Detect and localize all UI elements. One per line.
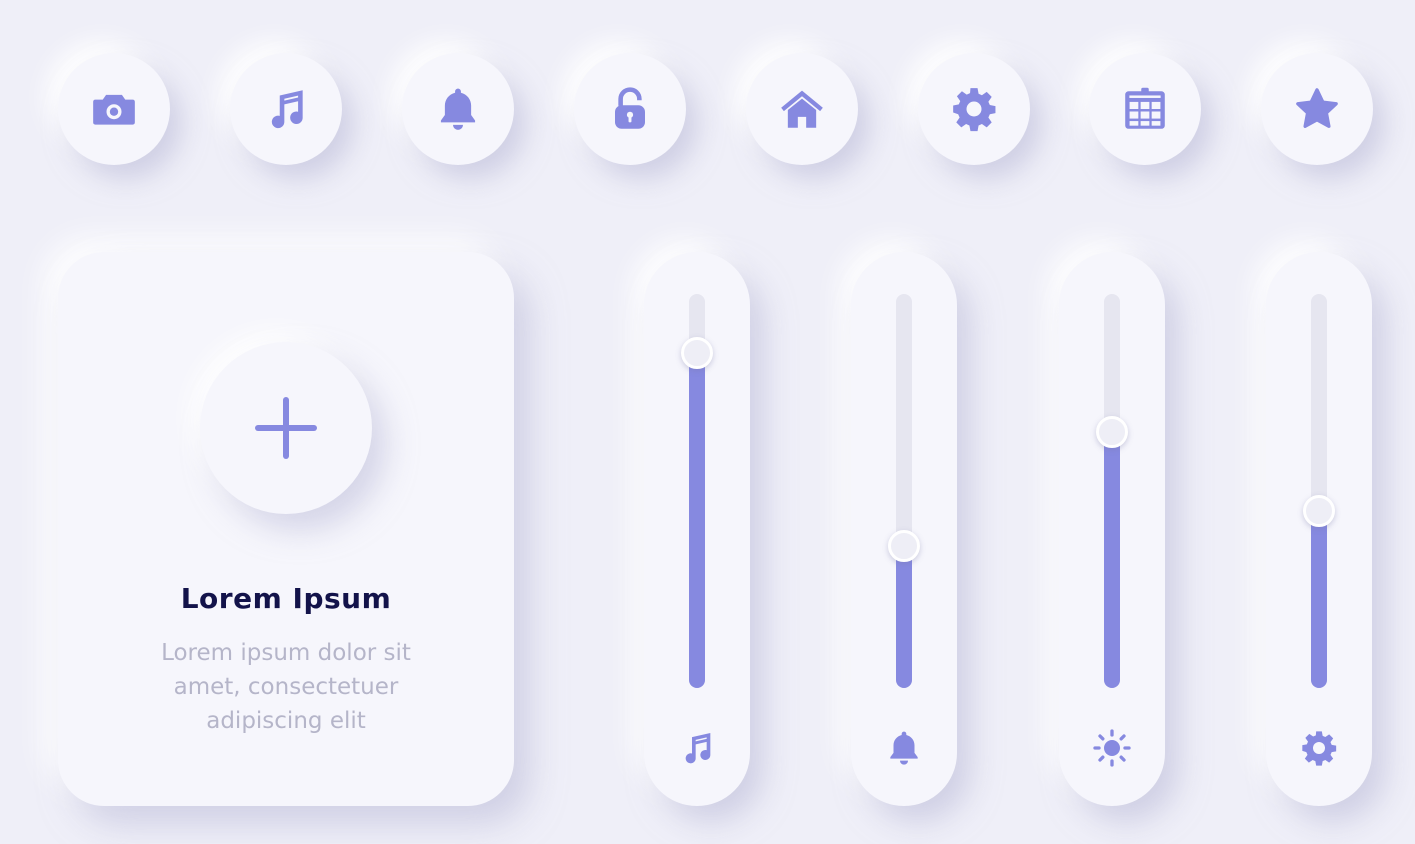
favorites-button[interactable] — [1261, 53, 1373, 165]
unlock-button[interactable] — [574, 53, 686, 165]
star-icon — [1292, 84, 1342, 134]
bell-icon — [433, 84, 483, 134]
slider-thumb[interactable] — [681, 337, 713, 370]
gear-icon — [1299, 728, 1339, 768]
slider-track[interactable] — [888, 294, 920, 688]
slider-fill — [896, 546, 912, 688]
slider-fill — [1311, 510, 1327, 688]
slider-thumb[interactable] — [1303, 494, 1335, 527]
card-title: Lorem Ipsum — [180, 582, 392, 615]
unlock-icon — [605, 84, 655, 134]
slider-track[interactable] — [681, 294, 713, 688]
home-icon — [777, 84, 827, 134]
bell-icon — [884, 728, 924, 768]
slider-track[interactable] — [1096, 294, 1128, 688]
card-description: Lorem ipsum dolor sit amet, consectetuer… — [161, 640, 411, 734]
gear-icon — [949, 84, 999, 134]
info-card: Lorem Ipsum Lorem ipsum dolor sit amet, … — [58, 252, 514, 806]
music-note-icon — [261, 84, 311, 134]
calendar-icon — [1120, 84, 1170, 134]
slider-track[interactable] — [1303, 294, 1335, 688]
sun-icon — [1092, 728, 1132, 768]
settings-level-slider — [1266, 252, 1372, 806]
slider-fill — [1104, 431, 1120, 688]
plus-icon — [255, 397, 317, 459]
notification-volume-slider — [851, 252, 957, 806]
music-note-icon — [677, 728, 717, 768]
add-button[interactable] — [200, 342, 372, 514]
home-button[interactable] — [746, 53, 858, 165]
settings-button[interactable] — [918, 53, 1030, 165]
notifications-button[interactable] — [402, 53, 514, 165]
camera-button[interactable] — [58, 53, 170, 165]
music-button[interactable] — [230, 53, 342, 165]
slider-fill — [689, 353, 705, 688]
camera-icon — [89, 84, 139, 134]
slider-thumb[interactable] — [1096, 415, 1128, 448]
slider-thumb[interactable] — [888, 530, 920, 563]
music-volume-slider — [644, 252, 750, 806]
calendar-button[interactable] — [1089, 53, 1201, 165]
brightness-slider — [1059, 252, 1165, 806]
